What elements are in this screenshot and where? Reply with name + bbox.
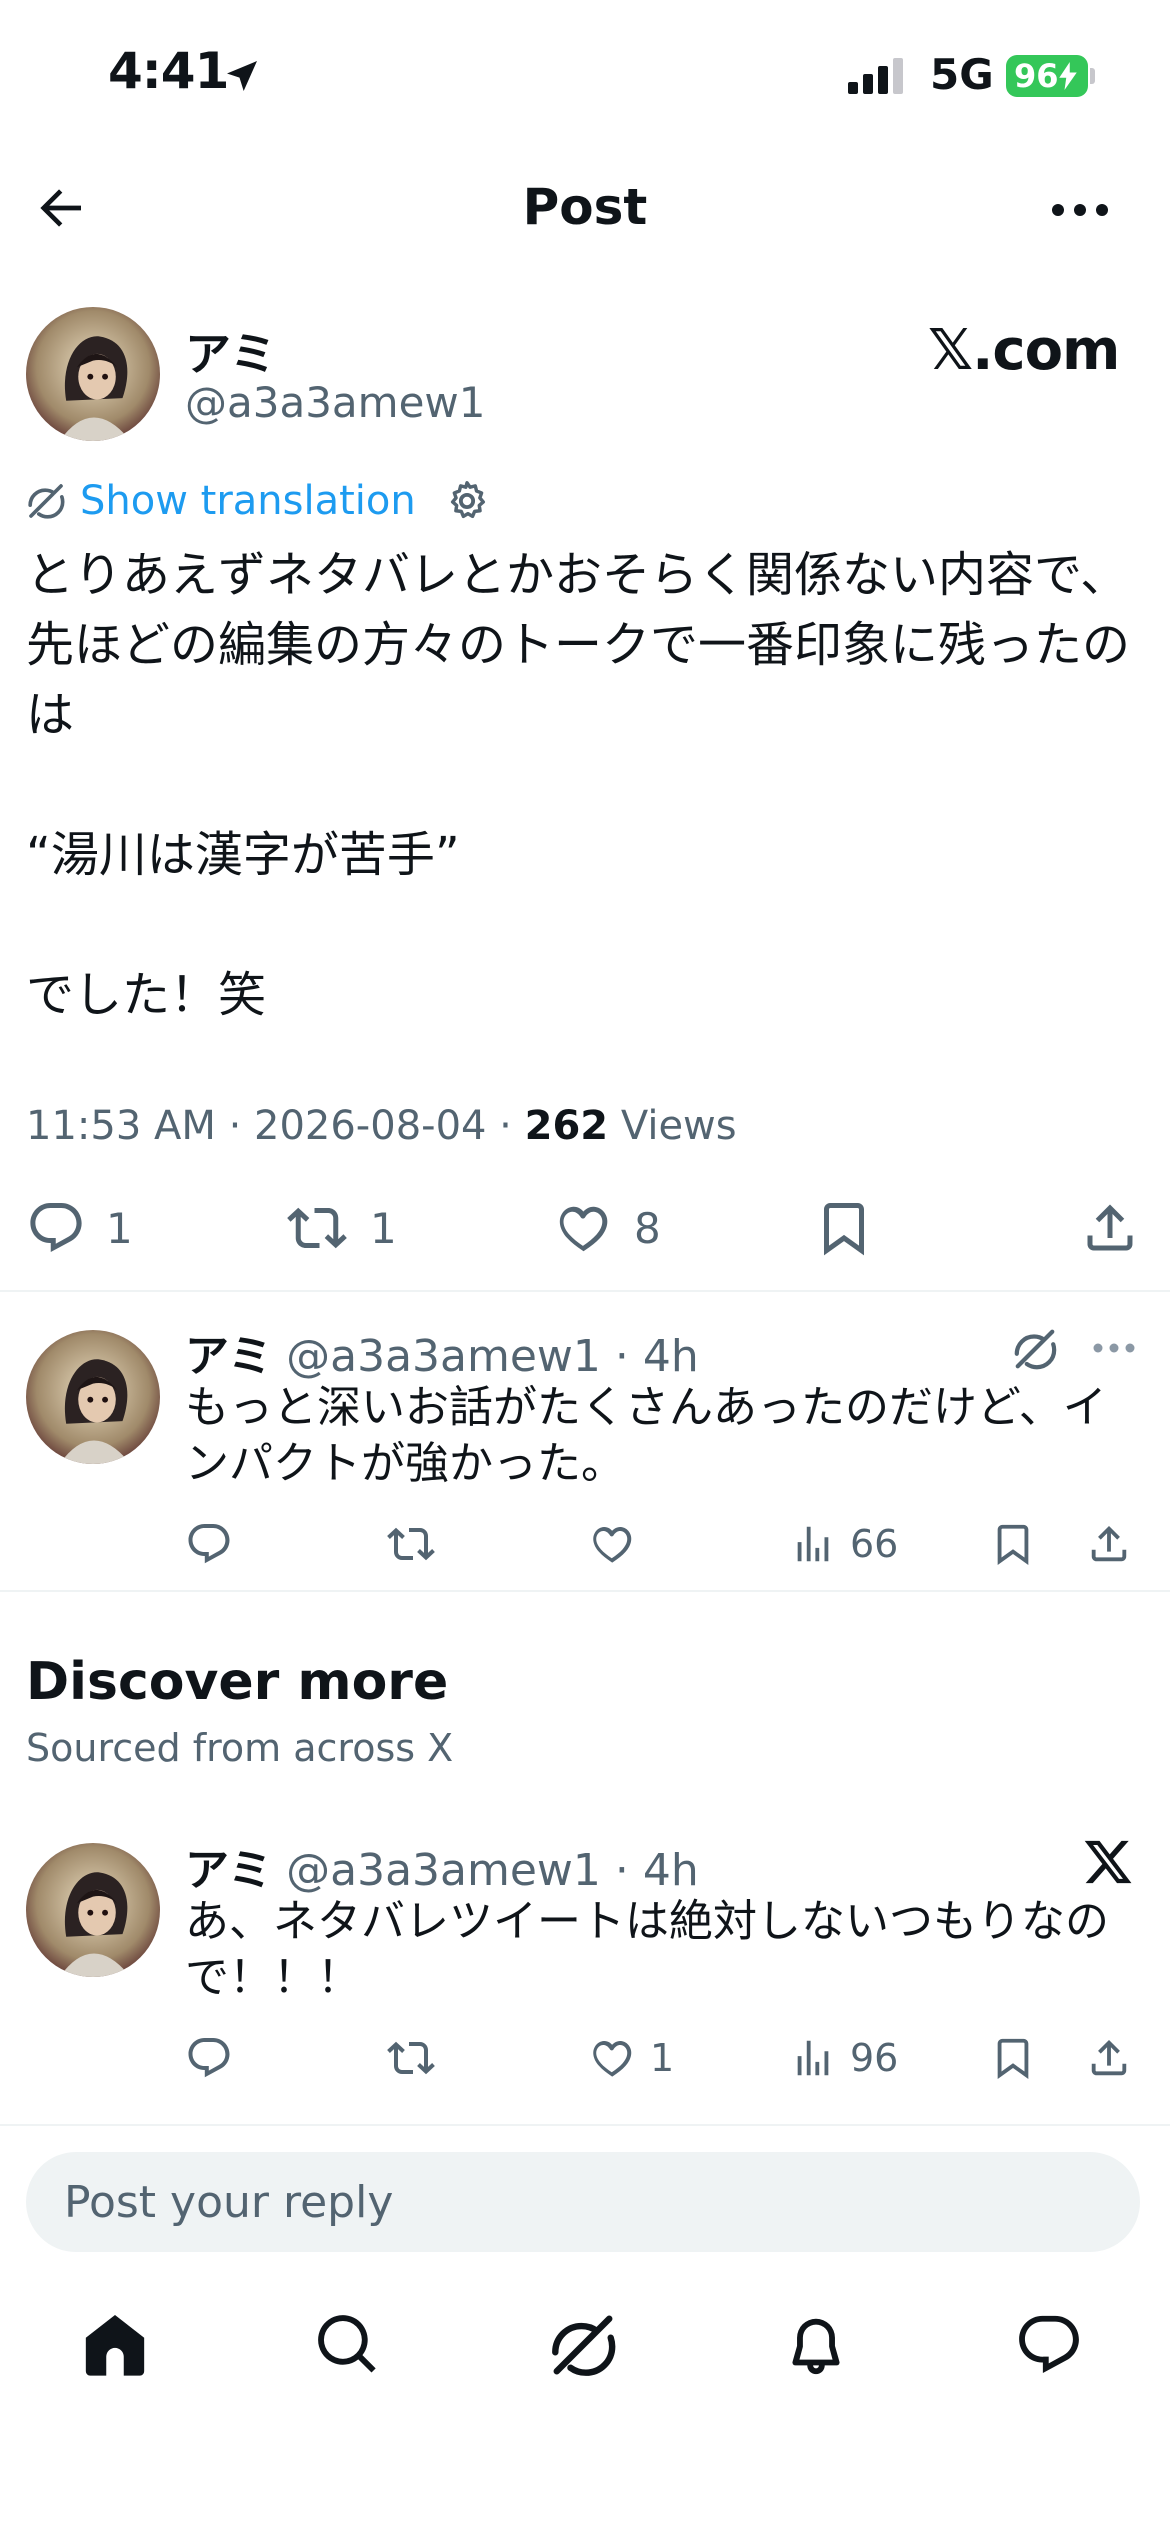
- tweet-text: とりあえずネタバレとかおそらく関係ない内容で、先ほどの編集の方々のトークで一番印…: [26, 547, 1131, 1023]
- discover-text: あ、ネタバレツイートは絶対しないつもりなので！！！: [185, 1896, 1109, 2003]
- more-horizontal-icon: [1052, 204, 1108, 216]
- reply-share-button[interactable]: [1086, 1520, 1132, 1568]
- reply-more-button[interactable]: [1092, 1342, 1136, 1354]
- comment-icon: [185, 1520, 233, 1568]
- bookmark-icon: [990, 2034, 1036, 2082]
- bar-chart-icon: [790, 2034, 836, 2082]
- bookmark-icon: [990, 1520, 1036, 1568]
- discover-subtitle: Sourced from across X: [26, 1726, 454, 1770]
- like-count: 8: [634, 1203, 661, 1253]
- author-handle[interactable]: @a3a3amew1: [185, 378, 485, 427]
- discover-header: アミ @a3a3amew1 · 4h: [185, 1834, 699, 1898]
- reply-text: もっと深いお話がたくさんあったのだけど、インパクトが強かった。: [185, 1382, 1107, 1489]
- grok-icon: [1012, 1326, 1058, 1372]
- grok-icon: [548, 2310, 618, 2380]
- discover-avatar[interactable]: [26, 1843, 160, 1977]
- like-button[interactable]: 8: [550, 1198, 661, 1258]
- bookmark-icon: [814, 1198, 874, 1258]
- reply-input[interactable]: Post your reply: [26, 2152, 1140, 2252]
- page-title: Post: [522, 178, 648, 236]
- reply-views-button[interactable]: 66: [790, 1520, 898, 1568]
- xcom-watermark: 𝕏.com: [928, 318, 1120, 383]
- nav-notifications[interactable]: [781, 2310, 851, 2380]
- reply-grok-button[interactable]: [1012, 1326, 1058, 1372]
- discover-views-count: 96: [850, 2036, 899, 2080]
- battery-nub: [1090, 68, 1095, 84]
- show-translation-link[interactable]: Show translation: [80, 478, 416, 524]
- battery-level: 96: [1014, 57, 1059, 95]
- tweet-meta: 11:53 AM · 2026-08-04 · 262 Views: [26, 1103, 737, 1149]
- comment-icon: [26, 1198, 86, 1258]
- messages-icon: [1014, 2310, 1084, 2380]
- nav-grok[interactable]: [548, 2310, 618, 2380]
- divider: [0, 1290, 1170, 1292]
- bolt-icon: [1058, 62, 1077, 90]
- discover-views-button[interactable]: 96: [790, 2034, 898, 2082]
- author-name[interactable]: アミ: [185, 318, 276, 384]
- discover-reply-button[interactable]: [185, 2034, 233, 2082]
- bar-chart-icon: [790, 1520, 836, 1568]
- location-arrow-icon: [222, 56, 262, 96]
- reply-reply-button[interactable]: [185, 1520, 233, 1568]
- reply-button[interactable]: 1: [26, 1198, 133, 1258]
- repost-icon: [385, 1520, 437, 1568]
- discover-title: Discover more: [26, 1652, 449, 1712]
- reply-like-button[interactable]: [586, 1520, 636, 1568]
- reply-bookmark-button[interactable]: [990, 1520, 1036, 1568]
- status-time: 4:41: [108, 42, 229, 100]
- grok-icon: [26, 481, 66, 521]
- discover-like-button[interactable]: 1: [586, 2034, 674, 2082]
- heart-icon: [586, 2034, 636, 2082]
- reply-views-count: 66: [850, 1522, 899, 1566]
- more-options-button[interactable]: [1050, 202, 1110, 218]
- discover-bookmark-button[interactable]: [990, 2034, 1036, 2082]
- discover-handle-time[interactable]: @a3a3amew1 · 4h: [272, 1845, 699, 1896]
- divider: [0, 2124, 1170, 2126]
- share-button[interactable]: [1080, 1198, 1140, 1258]
- repost-button[interactable]: 1: [284, 1198, 397, 1258]
- reply-header: アミ @a3a3amew1 · 4h: [185, 1320, 699, 1384]
- bookmark-button[interactable]: [814, 1198, 874, 1258]
- translation-row: Show translation: [26, 478, 490, 524]
- signal-icon: [848, 58, 908, 94]
- discover-author-name[interactable]: アミ: [185, 1845, 272, 1896]
- nav-messages[interactable]: [1014, 2310, 1084, 2380]
- reply-repost-button[interactable]: [385, 1520, 437, 1568]
- reply-author-name[interactable]: アミ: [185, 1331, 272, 1382]
- reply-input-placeholder: Post your reply: [64, 2176, 394, 2228]
- search-icon: [318, 2315, 376, 2373]
- nav-home[interactable]: [80, 2310, 150, 2380]
- more-horizontal-icon: [1093, 1343, 1135, 1353]
- repost-icon: [284, 1198, 350, 1258]
- home-icon: [85, 2314, 145, 2376]
- repost-icon: [385, 2034, 437, 2082]
- discover-share-button[interactable]: [1086, 2034, 1132, 2082]
- nav-search[interactable]: [313, 2310, 383, 2380]
- x-logo-icon: [1080, 1836, 1136, 1888]
- views-label: Views: [608, 1103, 737, 1149]
- heart-icon: [586, 1520, 636, 1568]
- share-icon: [1080, 1198, 1140, 1258]
- gear-icon[interactable]: [444, 478, 490, 524]
- comment-icon: [185, 2034, 233, 2082]
- tweet-timestamp[interactable]: 11:53 AM · 2026-08-04 ·: [26, 1103, 525, 1149]
- heart-icon: [550, 1198, 614, 1258]
- discover-like-count: 1: [650, 2036, 675, 2080]
- bell-icon: [792, 2318, 840, 2375]
- avatar[interactable]: [26, 307, 160, 441]
- battery-indicator: 96: [1006, 55, 1088, 97]
- reply-count: 1: [106, 1203, 133, 1253]
- divider: [0, 1590, 1170, 1592]
- discover-repost-button[interactable]: [385, 2034, 437, 2082]
- share-icon: [1086, 1520, 1132, 1568]
- network-label: 5G: [930, 50, 994, 99]
- share-icon: [1086, 2034, 1132, 2082]
- reply-avatar[interactable]: [26, 1330, 160, 1464]
- repost-count: 1: [370, 1203, 397, 1253]
- views-count: 262: [524, 1103, 609, 1149]
- reply-handle-time[interactable]: @a3a3amew1 · 4h: [272, 1331, 699, 1382]
